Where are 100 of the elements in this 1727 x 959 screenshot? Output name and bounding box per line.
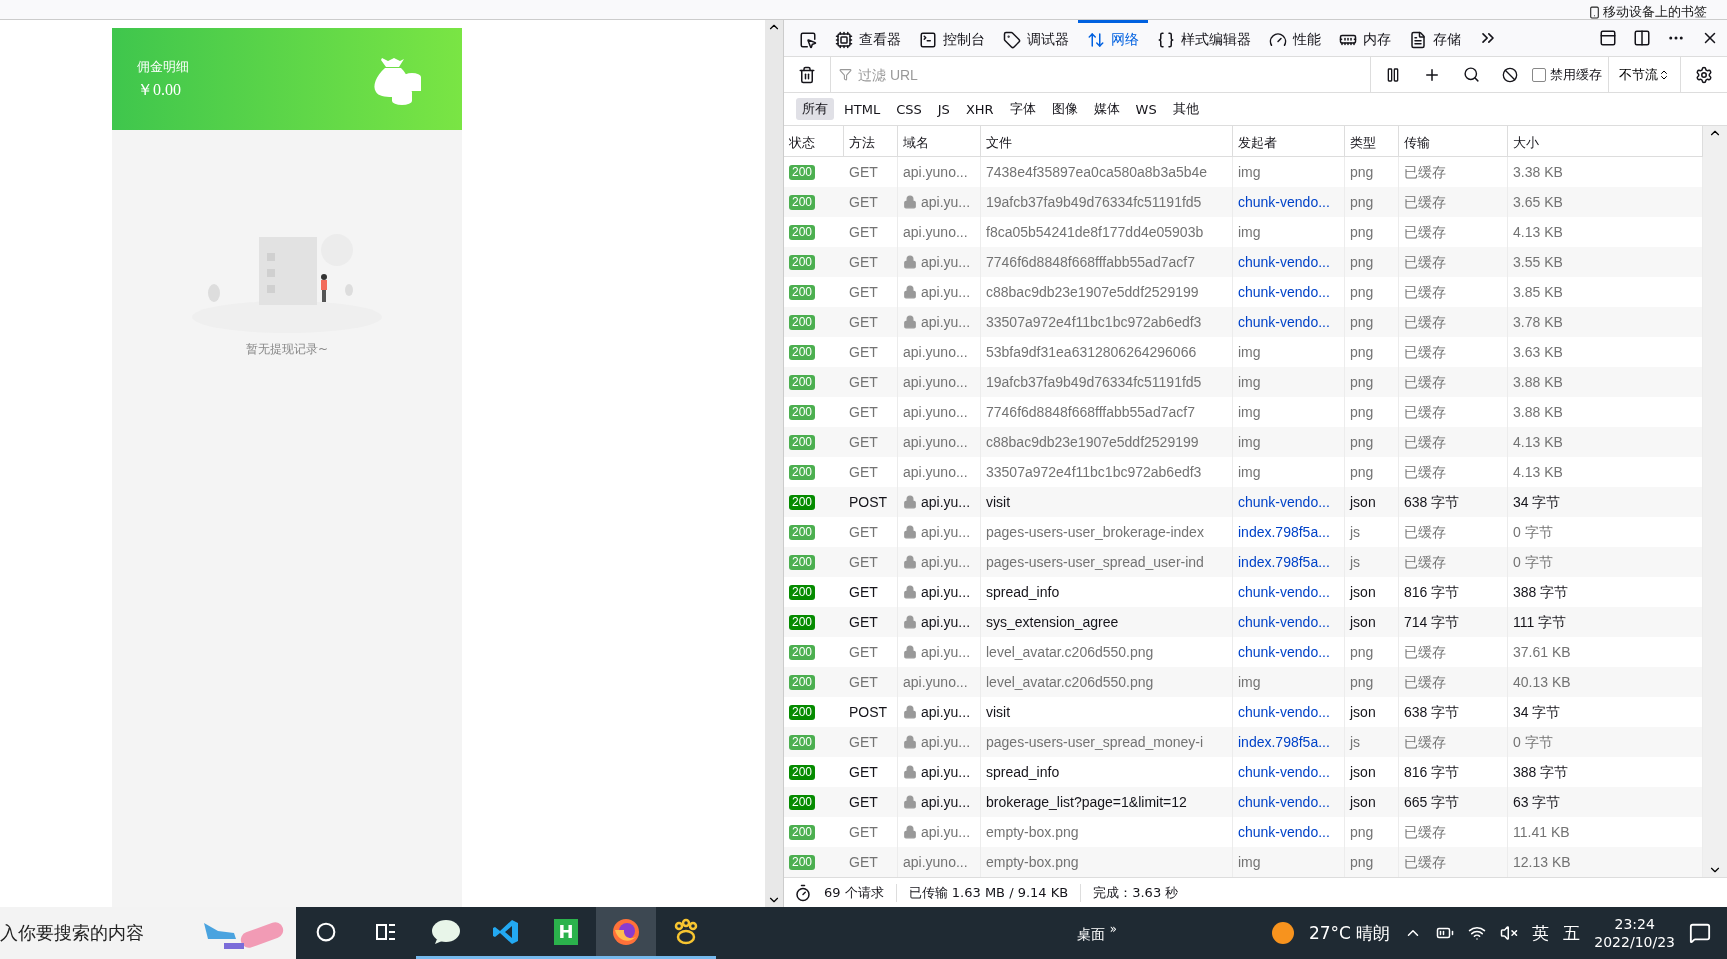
- status-badge: 200: [789, 554, 816, 570]
- status-badge: 200: [789, 734, 816, 750]
- devtools-tab[interactable]: 查看器: [826, 20, 910, 56]
- finish-time: 完成：3.63 秒: [1093, 883, 1179, 902]
- status-badge: 200: [789, 794, 816, 810]
- clock[interactable]: 23:24 2022/10/23: [1594, 916, 1675, 950]
- status-badge: 200: [789, 314, 816, 330]
- column-header[interactable]: 类型: [1345, 126, 1399, 156]
- status-badge: 200: [789, 854, 816, 870]
- status-badge: 200: [789, 404, 816, 420]
- bookmarks-folder[interactable]: 移动设备上的书签: [1588, 5, 1707, 19]
- terminal-icon: [919, 30, 937, 49]
- domain-cell: api.yu...: [921, 644, 971, 660]
- code-editor-icon: [492, 917, 520, 946]
- weather-text[interactable]: 27°C 晴朗: [1308, 921, 1391, 945]
- domain-cell: api.yuno...: [903, 854, 968, 870]
- input-language[interactable]: 英: [1532, 921, 1550, 945]
- status-badge: 200: [789, 284, 816, 300]
- status-badge: 200: [789, 224, 816, 240]
- domain-cell: api.yu...: [921, 704, 971, 720]
- arrows-icon: [1087, 30, 1105, 49]
- page-scrollbar[interactable]: [765, 20, 783, 907]
- type-cell: png: [1345, 847, 1399, 877]
- column-header[interactable]: 传输: [1399, 126, 1508, 156]
- domain-cell: api.yu...: [921, 584, 971, 600]
- browser-icon: [612, 917, 640, 946]
- type-filter-button[interactable]: WS: [1129, 99, 1163, 119]
- status-badge: 200: [789, 584, 816, 600]
- page-title: 佣金明细: [137, 57, 189, 76]
- type-filter-button[interactable]: HTML: [838, 99, 887, 119]
- chat-bubble-icon: [431, 918, 461, 945]
- filter-icon: [839, 68, 852, 81]
- status-badge: 200: [789, 824, 816, 840]
- sun-icon: [1270, 921, 1295, 945]
- taskbar-search-field[interactable]: 入你要搜索的内容: [0, 907, 296, 959]
- devtools-tab[interactable]: 样式编辑器: [1148, 20, 1260, 56]
- domain-cell: api.yuno...: [903, 404, 968, 420]
- picker-icon: [799, 30, 817, 49]
- domain-cell: api.yu...: [921, 764, 971, 780]
- status-badge: 200: [789, 464, 816, 480]
- column-header[interactable]: 域名: [898, 126, 981, 156]
- column-header[interactable]: 发起者: [1233, 126, 1345, 156]
- status-badge: 200: [789, 524, 816, 540]
- status-badge: 200: [789, 344, 816, 360]
- devtools-tab[interactable]: 存储: [1400, 20, 1470, 56]
- notification-icon[interactable]: [1689, 922, 1711, 944]
- devtools-tab[interactable]: 内存: [1330, 20, 1400, 56]
- filter-field[interactable]: 过滤 URL: [856, 65, 1370, 84]
- devtools-tab[interactable]: 控制台: [910, 20, 994, 56]
- wifi-icon[interactable]: [1468, 924, 1487, 942]
- type-filter-button[interactable]: XHR: [959, 99, 1000, 119]
- column-header[interactable]: 文件: [981, 126, 1233, 156]
- throttle-select[interactable]: 不节流: [1608, 57, 1681, 92]
- domain-cell: api.yu...: [921, 824, 971, 840]
- status-badge: 200: [789, 494, 816, 510]
- type-filter-button[interactable]: 其他: [1166, 98, 1205, 120]
- type-filter-button[interactable]: 媒体: [1087, 98, 1126, 120]
- gauge-icon: [1269, 30, 1287, 49]
- domain-cell: api.yu...: [921, 254, 971, 270]
- devtools-tab[interactable]: 性能: [1260, 20, 1330, 56]
- status-badge: 200: [789, 434, 816, 450]
- table-scrollbar[interactable]: [1703, 126, 1727, 877]
- type-filter-button[interactable]: 字体: [1003, 98, 1042, 120]
- braces-icon: [1157, 30, 1175, 49]
- domain-cell: api.yuno...: [903, 164, 968, 180]
- type-filter-button[interactable]: CSS: [890, 99, 928, 119]
- disable-cache-checkbox[interactable]: 禁用缓存: [1532, 65, 1602, 84]
- domain-cell: api.yuno...: [903, 374, 968, 390]
- devtools-tab[interactable]: 调试器: [994, 20, 1078, 56]
- domain-cell: api.yu...: [921, 554, 971, 570]
- tag-icon: [1003, 30, 1021, 49]
- empty-message: 暂无提现记录~: [245, 341, 329, 358]
- domain-cell: api.yu...: [921, 524, 971, 540]
- document-icon: [1409, 30, 1427, 49]
- domain-cell: api.yu...: [921, 794, 971, 810]
- mute-icon[interactable]: [1500, 924, 1519, 942]
- domain-cell: api.yu...: [921, 494, 971, 510]
- transferred-text: 已传输 1.63 MB / 9.14 KB: [908, 883, 1082, 902]
- type-filter-button[interactable]: 图像: [1045, 98, 1084, 120]
- desktop-label[interactable]: 桌面 $^{»}$: [1077, 922, 1117, 944]
- devtools-tab[interactable]: 网络: [1078, 20, 1148, 56]
- domain-cell: api.yu...: [921, 194, 971, 210]
- type-filter-button[interactable]: 所有: [796, 98, 834, 120]
- transfer-cell: 已缓存: [1399, 847, 1508, 877]
- paw-icon: [672, 917, 700, 946]
- amount-text: ￥0.00: [137, 79, 182, 100]
- column-header[interactable]: 状态: [784, 126, 844, 156]
- domain-cell: api.yu...: [921, 284, 971, 300]
- type-filter-button[interactable]: JS: [931, 99, 956, 119]
- status-badge: 200: [789, 644, 816, 660]
- task-view-icon: [375, 921, 397, 942]
- column-header[interactable]: 方法: [844, 126, 898, 156]
- app-logo: H: [554, 918, 578, 945]
- chip-icon: [835, 30, 853, 49]
- domain-cell: api.yu...: [921, 734, 971, 750]
- domain-cell: api.yu...: [921, 614, 971, 630]
- domain-cell: api.yuno...: [903, 674, 968, 690]
- domain-cell: api.yu...: [921, 314, 971, 330]
- domain-cell: api.yuno...: [903, 344, 968, 360]
- input-mode[interactable]: 五: [1563, 921, 1581, 945]
